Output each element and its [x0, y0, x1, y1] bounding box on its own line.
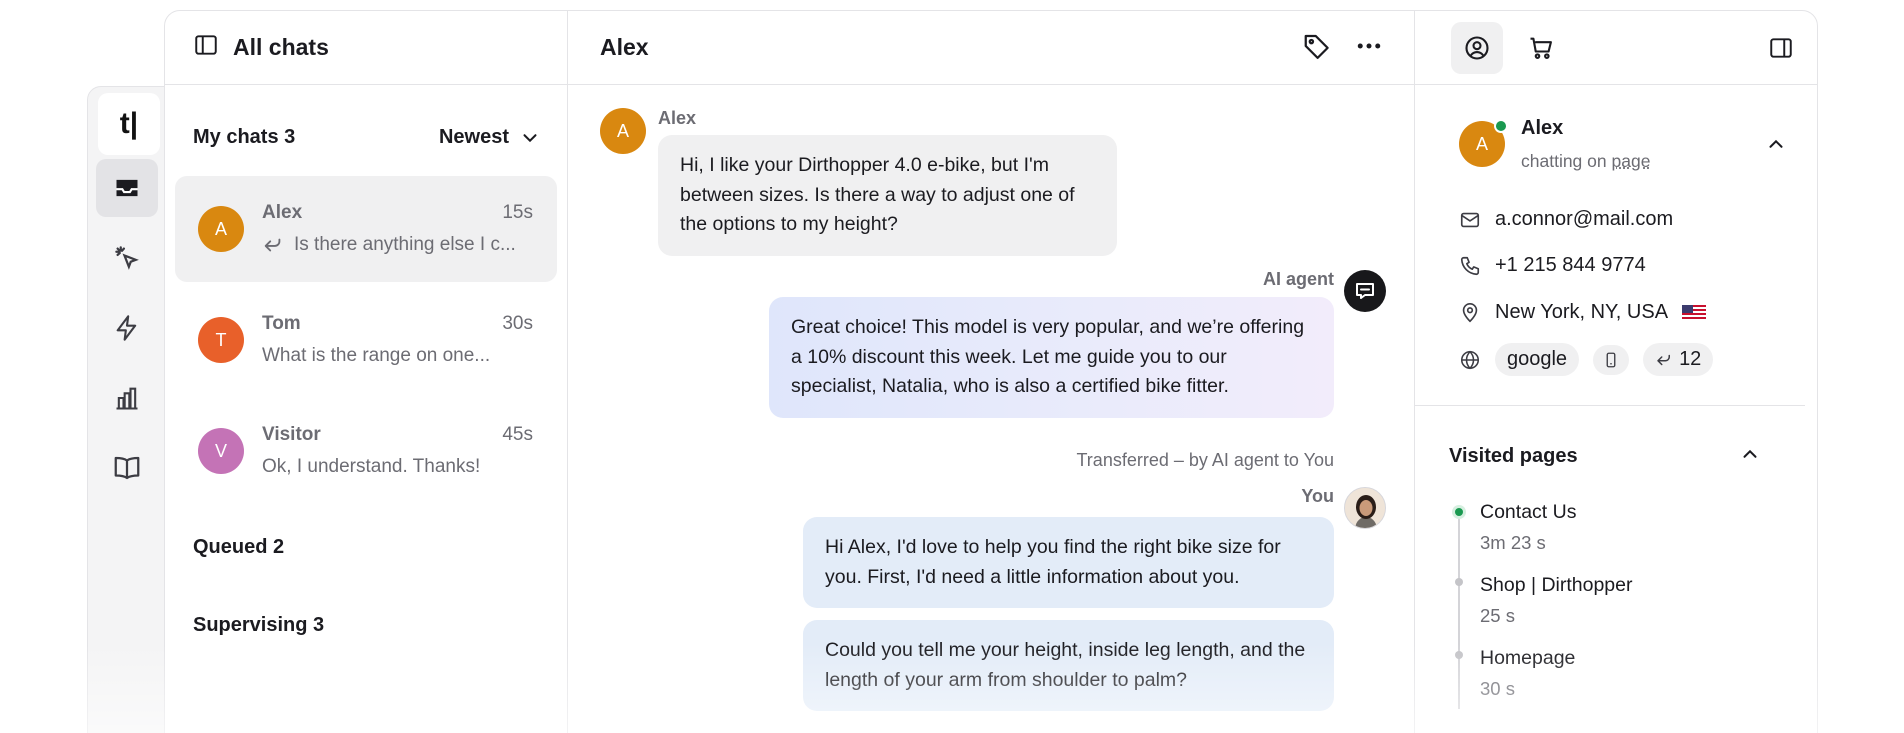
customer-email[interactable]: a.connor@mail.com — [1495, 208, 1673, 231]
automate-icon[interactable] — [96, 299, 158, 357]
customer-details-tab[interactable] — [1451, 22, 1503, 74]
conversation-panel: Alex A Alex Hi, I like your Dirthopper 4… — [568, 11, 1415, 733]
chat-name: Visitor — [262, 424, 321, 445]
chat-time: 30s — [502, 313, 533, 334]
supervising-heading: Supervising 3 — [193, 614, 325, 636]
sort-dropdown[interactable]: Newest — [439, 126, 541, 149]
customer-avatar: A — [600, 108, 646, 154]
visited-page-item[interactable]: Contact Us 3m 23 s — [1480, 501, 1576, 554]
queued-section[interactable]: Queued 2 — [193, 536, 541, 559]
customer-phone[interactable]: +1 215 844 9774 — [1495, 254, 1646, 277]
avatar: V — [198, 428, 244, 474]
my-chats-heading[interactable]: My chats 3 — [193, 126, 295, 149]
chat-time: 15s — [502, 202, 533, 223]
main-card: All chats My chats 3 Newest A Alex 15s I… — [164, 10, 1818, 733]
conversation-header: Alex — [568, 11, 1414, 85]
page-dot — [1455, 578, 1463, 586]
agent-sender-label: You — [1301, 486, 1334, 506]
ai-agent-message: Great choice! This model is very popular… — [769, 297, 1334, 418]
customer-sender-label: Alex — [658, 108, 697, 128]
chat-time: 45s — [502, 424, 533, 445]
panel-toggle-icon[interactable] — [1755, 22, 1807, 74]
sidebar-toggle-icon[interactable] — [193, 32, 219, 63]
page-link[interactable]: page — [1612, 151, 1651, 171]
avatar: A — [198, 206, 244, 252]
visited-page-duration: 30 s — [1480, 678, 1515, 699]
chevron-down-icon — [523, 133, 537, 142]
source-row: google 12 — [1459, 343, 1714, 376]
chat-preview: Is there anything else I c... — [262, 234, 516, 256]
collapse-visited-icon[interactable] — [1739, 443, 1761, 470]
agent-avatar — [1344, 487, 1386, 529]
collapse-customer-icon[interactable] — [1765, 133, 1787, 160]
app-logo: t| — [98, 93, 160, 155]
chat-item-tom[interactable]: T Tom 30s What is the range on one... — [175, 287, 557, 393]
visited-pages-heading: Visited pages — [1449, 445, 1578, 467]
visited-page-item[interactable]: Shop | Dirthopper 25 s — [1480, 574, 1633, 627]
online-status-dot — [1494, 119, 1508, 133]
ai-agent-icon — [1344, 270, 1386, 312]
conversation-title: Alex — [600, 34, 649, 60]
visited-page-duration: 25 s — [1480, 605, 1515, 626]
chat-name: Alex — [262, 202, 303, 223]
location-row: New York, NY, USA — [1459, 301, 1707, 324]
customer-message: Hi, I like your Dirthopper 4.0 e-bike, b… — [658, 135, 1117, 256]
sort-label: Newest — [438, 126, 509, 148]
customer-status: chatting on page — [1521, 151, 1651, 171]
visited-timeline-line — [1458, 513, 1460, 709]
globe-icon — [1460, 350, 1480, 369]
nav-rail: t| — [87, 86, 167, 733]
visited-page-item[interactable]: Homepage 30 s — [1480, 647, 1575, 700]
visits-chip: 12 — [1643, 343, 1714, 376]
chat-preview: Ok, I understand. Thanks! — [262, 456, 481, 477]
location-pin-icon — [1462, 302, 1478, 322]
chat-preview: What is the range on one... — [262, 345, 491, 366]
inbox-icon[interactable] — [96, 159, 158, 217]
customer-location: New York, NY, USA — [1495, 301, 1669, 323]
my-chats-section: My chats 3 Newest — [193, 126, 541, 149]
visited-page-title: Contact Us — [1480, 501, 1577, 523]
chat-item-alex[interactable]: A Alex 15s Is there anything else I c... — [175, 176, 557, 282]
return-visits-icon — [1657, 354, 1671, 365]
reports-icon[interactable] — [96, 369, 158, 427]
visited-page-title: Homepage — [1480, 647, 1576, 669]
visited-page-duration: 3m 23 s — [1480, 532, 1546, 553]
page-dot — [1455, 651, 1463, 659]
agent-message: Hi Alex, I'd love to help you find the r… — [803, 517, 1334, 608]
queued-heading: Queued 2 — [193, 536, 285, 558]
mail-icon — [1460, 212, 1480, 227]
current-page-dot — [1452, 505, 1466, 519]
cart-tab[interactable] — [1515, 22, 1567, 74]
tag-icon[interactable] — [1302, 31, 1332, 66]
divider — [1415, 405, 1805, 406]
transfer-note: Transferred – by AI agent to You — [1076, 450, 1334, 470]
chat-list-header: All chats — [165, 11, 567, 85]
user-circle-icon — [1465, 36, 1489, 60]
email-row: a.connor@mail.com — [1459, 208, 1673, 231]
us-flag-icon — [1682, 304, 1707, 321]
avatar: T — [198, 317, 244, 363]
chat-list-panel: All chats My chats 3 Newest A Alex 15s I… — [165, 11, 568, 733]
more-options-icon[interactable] — [1354, 31, 1384, 66]
visited-page-title: Shop | Dirthopper — [1480, 574, 1633, 596]
agent-message: Could you tell me your height, inside le… — [803, 620, 1334, 711]
device-chip — [1593, 344, 1630, 375]
chat-name: Tom — [262, 313, 301, 334]
ai-agent-label: AI agent — [1262, 269, 1334, 289]
customer-name: Alex — [1521, 117, 1564, 139]
archives-icon[interactable] — [96, 439, 158, 497]
phone-row: +1 215 844 9774 — [1459, 254, 1646, 277]
engage-icon[interactable] — [96, 229, 158, 287]
details-panel: A Alex chatting on page a.connor@mail.co… — [1415, 11, 1817, 733]
source-chip: google — [1495, 343, 1580, 376]
mobile-device-icon — [1606, 352, 1616, 367]
reply-icon — [264, 238, 281, 252]
chat-item-visitor[interactable]: V Visitor 45s Ok, I understand. Thanks! — [175, 398, 557, 504]
supervising-section[interactable]: Supervising 3 — [193, 614, 541, 637]
phone-icon — [1460, 256, 1480, 275]
chat-list-title: All chats — [233, 34, 329, 60]
cart-icon — [1530, 37, 1552, 59]
details-header — [1415, 11, 1817, 85]
